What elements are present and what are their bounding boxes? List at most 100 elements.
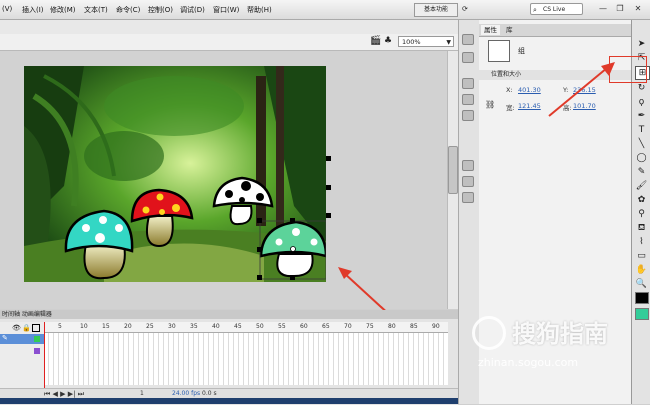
frame-tick-label: 55 — [278, 323, 286, 330]
frame-tick-label: 5 — [58, 323, 62, 330]
watermark-text: 搜狗指南 — [512, 320, 608, 348]
scrollbar-thumb[interactable] — [448, 146, 458, 194]
paint-bucket-icon[interactable]: ⛾ — [635, 222, 648, 234]
outline-icon[interactable] — [32, 324, 40, 332]
chevron-down-icon: ▼ — [446, 39, 451, 46]
restore-button[interactable]: ❐ — [614, 3, 626, 14]
frame-tick-label: 65 — [322, 323, 330, 330]
x-field[interactable]: 401.30 — [518, 86, 541, 94]
frame-ruler[interactable]: 5 10 15 20 25 30 35 40 45 50 55 60 65 70 75 80 85 90 — [44, 322, 448, 333]
layer-color-swatch — [34, 348, 40, 354]
transform-handle[interactable] — [326, 185, 331, 190]
frame-tick-label: 50 — [256, 323, 264, 330]
frame-tick-label: 90 — [432, 323, 440, 330]
width-label: 宽: — [506, 104, 515, 112]
frame-tick-label: 20 — [124, 323, 132, 330]
edit-symbol-icon[interactable]: ♣ — [384, 36, 392, 46]
tab-properties[interactable]: 属性 — [481, 25, 500, 35]
object-type-label: 组 — [518, 47, 525, 55]
collapsed-panel-strip — [458, 20, 480, 404]
eyedropper-icon[interactable]: ⌇ — [635, 236, 648, 248]
transform-handle[interactable] — [326, 156, 331, 161]
pen-tool-icon[interactable]: ✒ — [635, 110, 648, 122]
layer-row-active[interactable]: ✎ — [0, 334, 44, 344]
pencil-tool-icon[interactable]: ✎ — [635, 166, 648, 178]
text-tool-icon[interactable]: T — [635, 124, 648, 136]
motion-presets-icon[interactable] — [462, 34, 474, 45]
highlight-box — [609, 56, 647, 83]
playhead[interactable] — [44, 322, 45, 394]
menu-control[interactable]: 控制(O) — [148, 5, 173, 15]
stroke-color-swatch[interactable] — [635, 292, 649, 304]
elapsed-time: 0.0 s — [202, 390, 217, 397]
stage[interactable] — [24, 66, 326, 282]
tab-library[interactable]: 库 — [503, 25, 516, 35]
sync-icon[interactable]: ⟳ — [462, 5, 468, 13]
bone-tool-icon[interactable]: ⚲ — [635, 208, 648, 220]
frame-tick-label: 25 — [146, 323, 154, 330]
menu-help[interactable]: 帮助(H) — [247, 5, 272, 15]
layer-row[interactable] — [0, 346, 44, 356]
line-tool-icon[interactable]: ╲ — [635, 138, 648, 150]
fill-color-swatch[interactable] — [635, 308, 649, 320]
frame-grid[interactable] — [44, 333, 448, 385]
components-icon[interactable] — [462, 192, 474, 203]
menu-bar: (V) 插入(I) 修改(M) 文本(T) 命令(C) 控制(O) 调试(D) … — [0, 0, 650, 20]
width-field[interactable]: 121.45 — [518, 102, 541, 110]
minimize-button[interactable]: — — [597, 3, 609, 14]
color-icon[interactable] — [462, 160, 474, 171]
timeline-title[interactable]: 时间轴 动画编辑器 — [0, 310, 458, 319]
menu-window[interactable]: 窗口(W) — [213, 5, 239, 15]
brush-tool-icon[interactable]: 🖌 — [635, 180, 648, 192]
menu-text[interactable]: 文本(T) — [84, 5, 108, 15]
transform-icon[interactable] — [462, 110, 474, 121]
zoom-tool-icon[interactable]: 🔍 — [635, 278, 648, 290]
align-icon[interactable] — [462, 78, 474, 89]
rectangle-tool-icon[interactable]: ◯ — [635, 152, 648, 164]
pencil-icon: ✎ — [2, 334, 8, 342]
edit-scene-icon[interactable]: 🎬 — [370, 36, 381, 46]
cs-live-label: CS Live — [543, 6, 566, 13]
lasso-tool-icon[interactable]: ϙ — [635, 96, 648, 108]
selection-tool-icon[interactable]: ➤ — [635, 38, 648, 50]
layer-list: 👁 🔒 ✎ — [0, 322, 45, 394]
close-button[interactable]: ✕ — [632, 3, 644, 14]
frame-rate[interactable]: 24.00 fps — [172, 390, 200, 397]
frame-tick-label: 70 — [344, 323, 352, 330]
menu-view[interactable]: (V) — [2, 5, 12, 13]
frame-tick-label: 15 — [102, 323, 110, 330]
swatches-icon[interactable] — [462, 176, 474, 187]
sogou-logo-icon — [472, 316, 506, 350]
current-frame: 1 — [140, 390, 144, 397]
menu-insert[interactable]: 插入(I) — [22, 5, 44, 15]
hand-tool-icon[interactable]: ✋ — [635, 264, 648, 276]
frame-tick-label: 45 — [234, 323, 242, 330]
link-icon[interactable]: ⛓ — [485, 100, 495, 109]
3d-rotation-tool-icon[interactable]: ↻ — [635, 82, 648, 94]
cs-live-button[interactable]: ⌕ CS Live — [530, 3, 583, 15]
lock-icon[interactable]: 🔒 — [22, 324, 31, 332]
frame-tick-label: 30 — [168, 323, 176, 330]
frame-tick-label: 75 — [366, 323, 374, 330]
zoom-value: 100% — [402, 38, 421, 46]
frame-tick-label: 10 — [80, 323, 88, 330]
transform-handle[interactable] — [326, 213, 331, 218]
menu-commands[interactable]: 命令(C) — [116, 5, 140, 15]
workspace-switcher[interactable]: 基本功能 — [414, 3, 458, 17]
document-tab-strip — [0, 20, 458, 35]
properties-tabs: 属性 库 — [479, 24, 631, 37]
info-icon[interactable] — [462, 94, 474, 105]
menu-debug[interactable]: 调试(D) — [180, 5, 205, 15]
layer-color-swatch — [34, 336, 40, 342]
edit-bar: 🎬 ♣ 100% ▼ — [0, 34, 458, 51]
deco-tool-icon[interactable]: ✿ — [635, 194, 648, 206]
frame-tick-label: 80 — [388, 323, 396, 330]
search-icon: ⌕ — [533, 6, 537, 14]
frame-tick-label: 35 — [190, 323, 198, 330]
group-icon — [488, 40, 510, 62]
menu-modify[interactable]: 修改(M) — [50, 5, 76, 15]
eraser-icon[interactable]: ▭ — [635, 250, 648, 262]
library-icon[interactable] — [462, 52, 474, 63]
zoom-select[interactable]: 100% ▼ — [398, 36, 454, 47]
eye-icon[interactable]: 👁 — [12, 324, 21, 332]
